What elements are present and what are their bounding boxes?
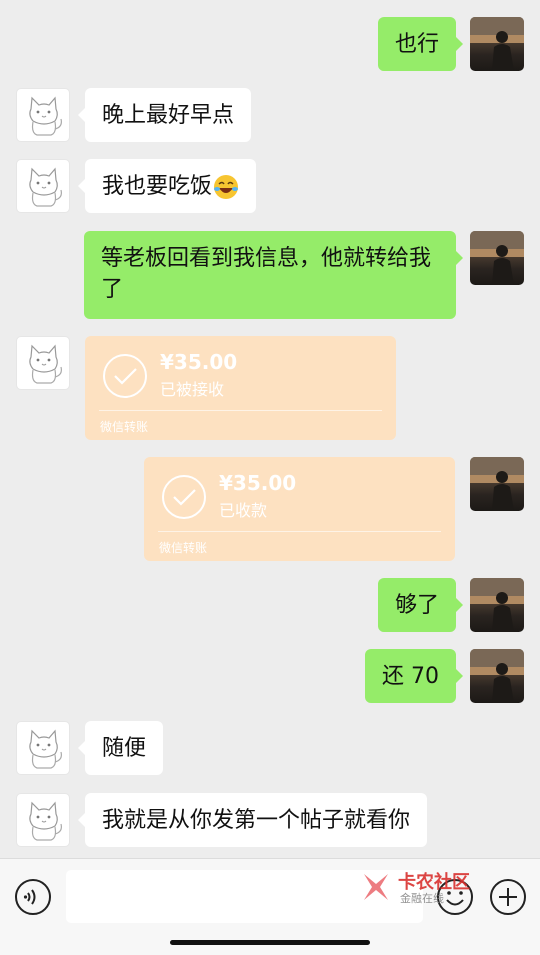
contact-avatar[interactable] (16, 793, 70, 847)
transfer-status: 已被接收 (160, 380, 225, 399)
watermark-subtitle: 金融在线 (400, 892, 444, 905)
transfer-card[interactable]: ¥35.00 已被接收 微信转账 (85, 336, 396, 440)
divider (99, 410, 382, 411)
message-text: 晚上最好早点 (102, 103, 235, 128)
cat-icon (29, 167, 62, 207)
check-circle-icon (103, 354, 147, 398)
self-avatar[interactable] (470, 231, 524, 285)
watermark: 卡农社区 金融在线 (360, 868, 480, 908)
message-bubble[interactable]: 也行 (377, 17, 464, 71)
cat-icon (29, 729, 62, 769)
message-bubble[interactable]: 还 70 (365, 649, 463, 703)
message-text: 我就是从你发第一个帖子就看你 (102, 808, 411, 833)
transfer-source: 微信转账 (100, 420, 149, 434)
person-silhouette-icon (470, 17, 524, 71)
message-text: 我也要吃饭 (102, 174, 213, 199)
contact-avatar[interactable] (16, 88, 70, 142)
self-avatar[interactable] (470, 17, 524, 71)
cat-icon (29, 344, 62, 384)
transfer-amount: ¥35.00 (219, 471, 297, 495)
check-circle-icon (162, 475, 206, 519)
person-silhouette-icon (470, 231, 524, 285)
transfer-source: 微信转账 (159, 541, 208, 555)
message-text: 够了 (394, 593, 439, 618)
cat-icon (29, 96, 62, 136)
message-text: 还 70 (382, 664, 439, 689)
transfer-status: 已收款 (219, 501, 268, 520)
divider (158, 531, 441, 532)
message-bubble[interactable]: 我就是从你发第一个帖子就看你 (77, 793, 428, 847)
self-avatar[interactable] (470, 578, 524, 632)
person-silhouette-icon (470, 457, 524, 511)
contact-avatar[interactable] (16, 721, 70, 775)
message-bubble[interactable]: 随便 (77, 721, 164, 775)
message-text: 随便 (102, 736, 147, 761)
message-text: 等老板回看到我信息，他就转给我了 (101, 246, 432, 302)
person-silhouette-icon (470, 578, 524, 632)
home-indicator[interactable] (170, 940, 370, 945)
self-avatar[interactable] (470, 457, 524, 511)
self-avatar[interactable] (470, 649, 524, 703)
transfer-card[interactable]: ¥35.00 已收款 微信转账 (144, 457, 455, 561)
contact-avatar[interactable] (16, 159, 70, 213)
transfer-amount: ¥35.00 (160, 350, 238, 374)
cat-icon (29, 801, 62, 841)
voice-icon[interactable] (14, 878, 52, 916)
watermark-logo-icon (364, 874, 388, 900)
message-bubble[interactable]: 晚上最好早点 (77, 88, 252, 142)
plus-icon[interactable] (489, 878, 527, 916)
person-silhouette-icon (470, 649, 524, 703)
message-bubble[interactable]: 够了 (377, 578, 464, 632)
message-bubble[interactable]: 我也要吃饭 (77, 159, 257, 213)
chat-area: 也行 晚上最好早点 我也要吃饭 等老板回看到我信息，他就转给我了 ¥35.00 … (0, 0, 540, 858)
contact-avatar[interactable] (16, 336, 70, 390)
laughing-crying-emoji-icon (214, 175, 239, 199)
message-bubble[interactable]: 等老板回看到我信息，他就转给我了 (84, 231, 463, 319)
message-text: 也行 (394, 32, 439, 57)
